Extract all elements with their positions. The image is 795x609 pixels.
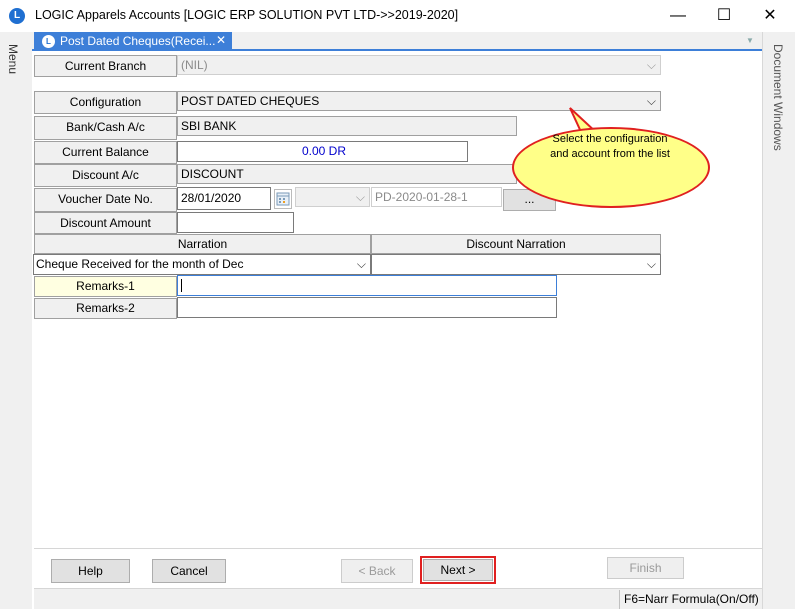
text-cursor	[181, 279, 182, 293]
tooltip-text: Select the configuration and account fro…	[550, 133, 670, 160]
tab-label: Post Dated Cheques(Recei...	[60, 34, 216, 48]
narration-header: Narration	[34, 234, 371, 254]
current-branch-label: Current Branch	[34, 55, 177, 77]
discount-ac-field[interactable]: DISCOUNT	[177, 164, 517, 184]
app-logo-icon: L	[9, 8, 25, 24]
back-button: < Back	[341, 559, 413, 583]
close-window-button[interactable]: ✕	[747, 0, 793, 32]
current-branch-select: (NIL) ⌵	[177, 55, 661, 75]
menu-sidebar[interactable]	[0, 32, 32, 609]
bank-cash-field[interactable]: SBI BANK	[177, 116, 517, 136]
remarks-1-label: Remarks-1	[34, 276, 177, 297]
bottom-separator	[34, 548, 762, 549]
configuration-label: Configuration	[34, 91, 177, 114]
cancel-button[interactable]: Cancel	[152, 559, 226, 583]
voucher-date-input[interactable]: 28/01/2020	[177, 187, 271, 210]
chevron-down-icon[interactable]: ⌵	[357, 255, 366, 273]
chevron-down-icon: ⌵	[646, 58, 656, 72]
logic-logo-icon: L	[42, 35, 55, 48]
calendar-icon[interactable]	[274, 189, 292, 209]
document-windows-label[interactable]: Document Windows	[771, 44, 785, 151]
voucher-number-field: PD-2020-01-28-1	[371, 187, 502, 207]
current-balance-value: 0.00 DR	[177, 141, 468, 162]
bank-cash-label: Bank/Cash A/c	[34, 116, 177, 140]
voucher-series-select: ⌵	[295, 187, 370, 207]
help-button[interactable]: Help	[51, 559, 130, 583]
chevron-down-icon[interactable]: ⌵	[647, 255, 656, 273]
chevron-down-icon: ⌵	[355, 190, 365, 204]
remarks-2-input[interactable]	[177, 297, 557, 318]
current-branch-value: (NIL)	[181, 58, 208, 72]
maximize-button[interactable]: ☐	[701, 0, 747, 32]
remarks-2-label: Remarks-2	[34, 298, 177, 319]
menu-label[interactable]: Menu	[6, 44, 20, 74]
tab-close-icon[interactable]: ✕	[216, 33, 226, 47]
discount-amount-input[interactable]	[177, 212, 294, 233]
voucher-date-no-label: Voucher Date No.	[34, 188, 177, 212]
configuration-value: POST DATED CHEQUES	[181, 94, 320, 108]
finish-button: Finish	[607, 557, 684, 579]
status-text: F6=Narr Formula(On/Off)	[624, 592, 759, 606]
discount-narration-header: Discount Narration	[371, 234, 661, 254]
discount-narration-select[interactable]: ⌵	[371, 254, 661, 275]
narration-select[interactable]: Cheque Received for the month of Dec ⌵	[33, 254, 371, 275]
discount-ac-label: Discount A/c	[34, 164, 177, 187]
current-balance-label: Current Balance	[34, 141, 177, 164]
window-title: LOGIC Apparels Accounts [LOGIC ERP SOLUT…	[35, 8, 459, 22]
tab-overflow-icon[interactable]: ▼	[746, 36, 754, 45]
minimize-button[interactable]: —	[655, 0, 701, 32]
tab-post-dated-cheques[interactable]: L Post Dated Cheques(Recei... ✕	[34, 32, 232, 51]
discount-amount-label: Discount Amount	[34, 212, 177, 234]
status-divider	[619, 590, 620, 609]
remarks-1-input[interactable]	[177, 275, 557, 296]
narration-value: Cheque Received for the month of Dec	[36, 257, 244, 271]
chevron-down-icon[interactable]: ⌵	[647, 92, 656, 110]
next-button[interactable]: Next >	[423, 559, 493, 581]
